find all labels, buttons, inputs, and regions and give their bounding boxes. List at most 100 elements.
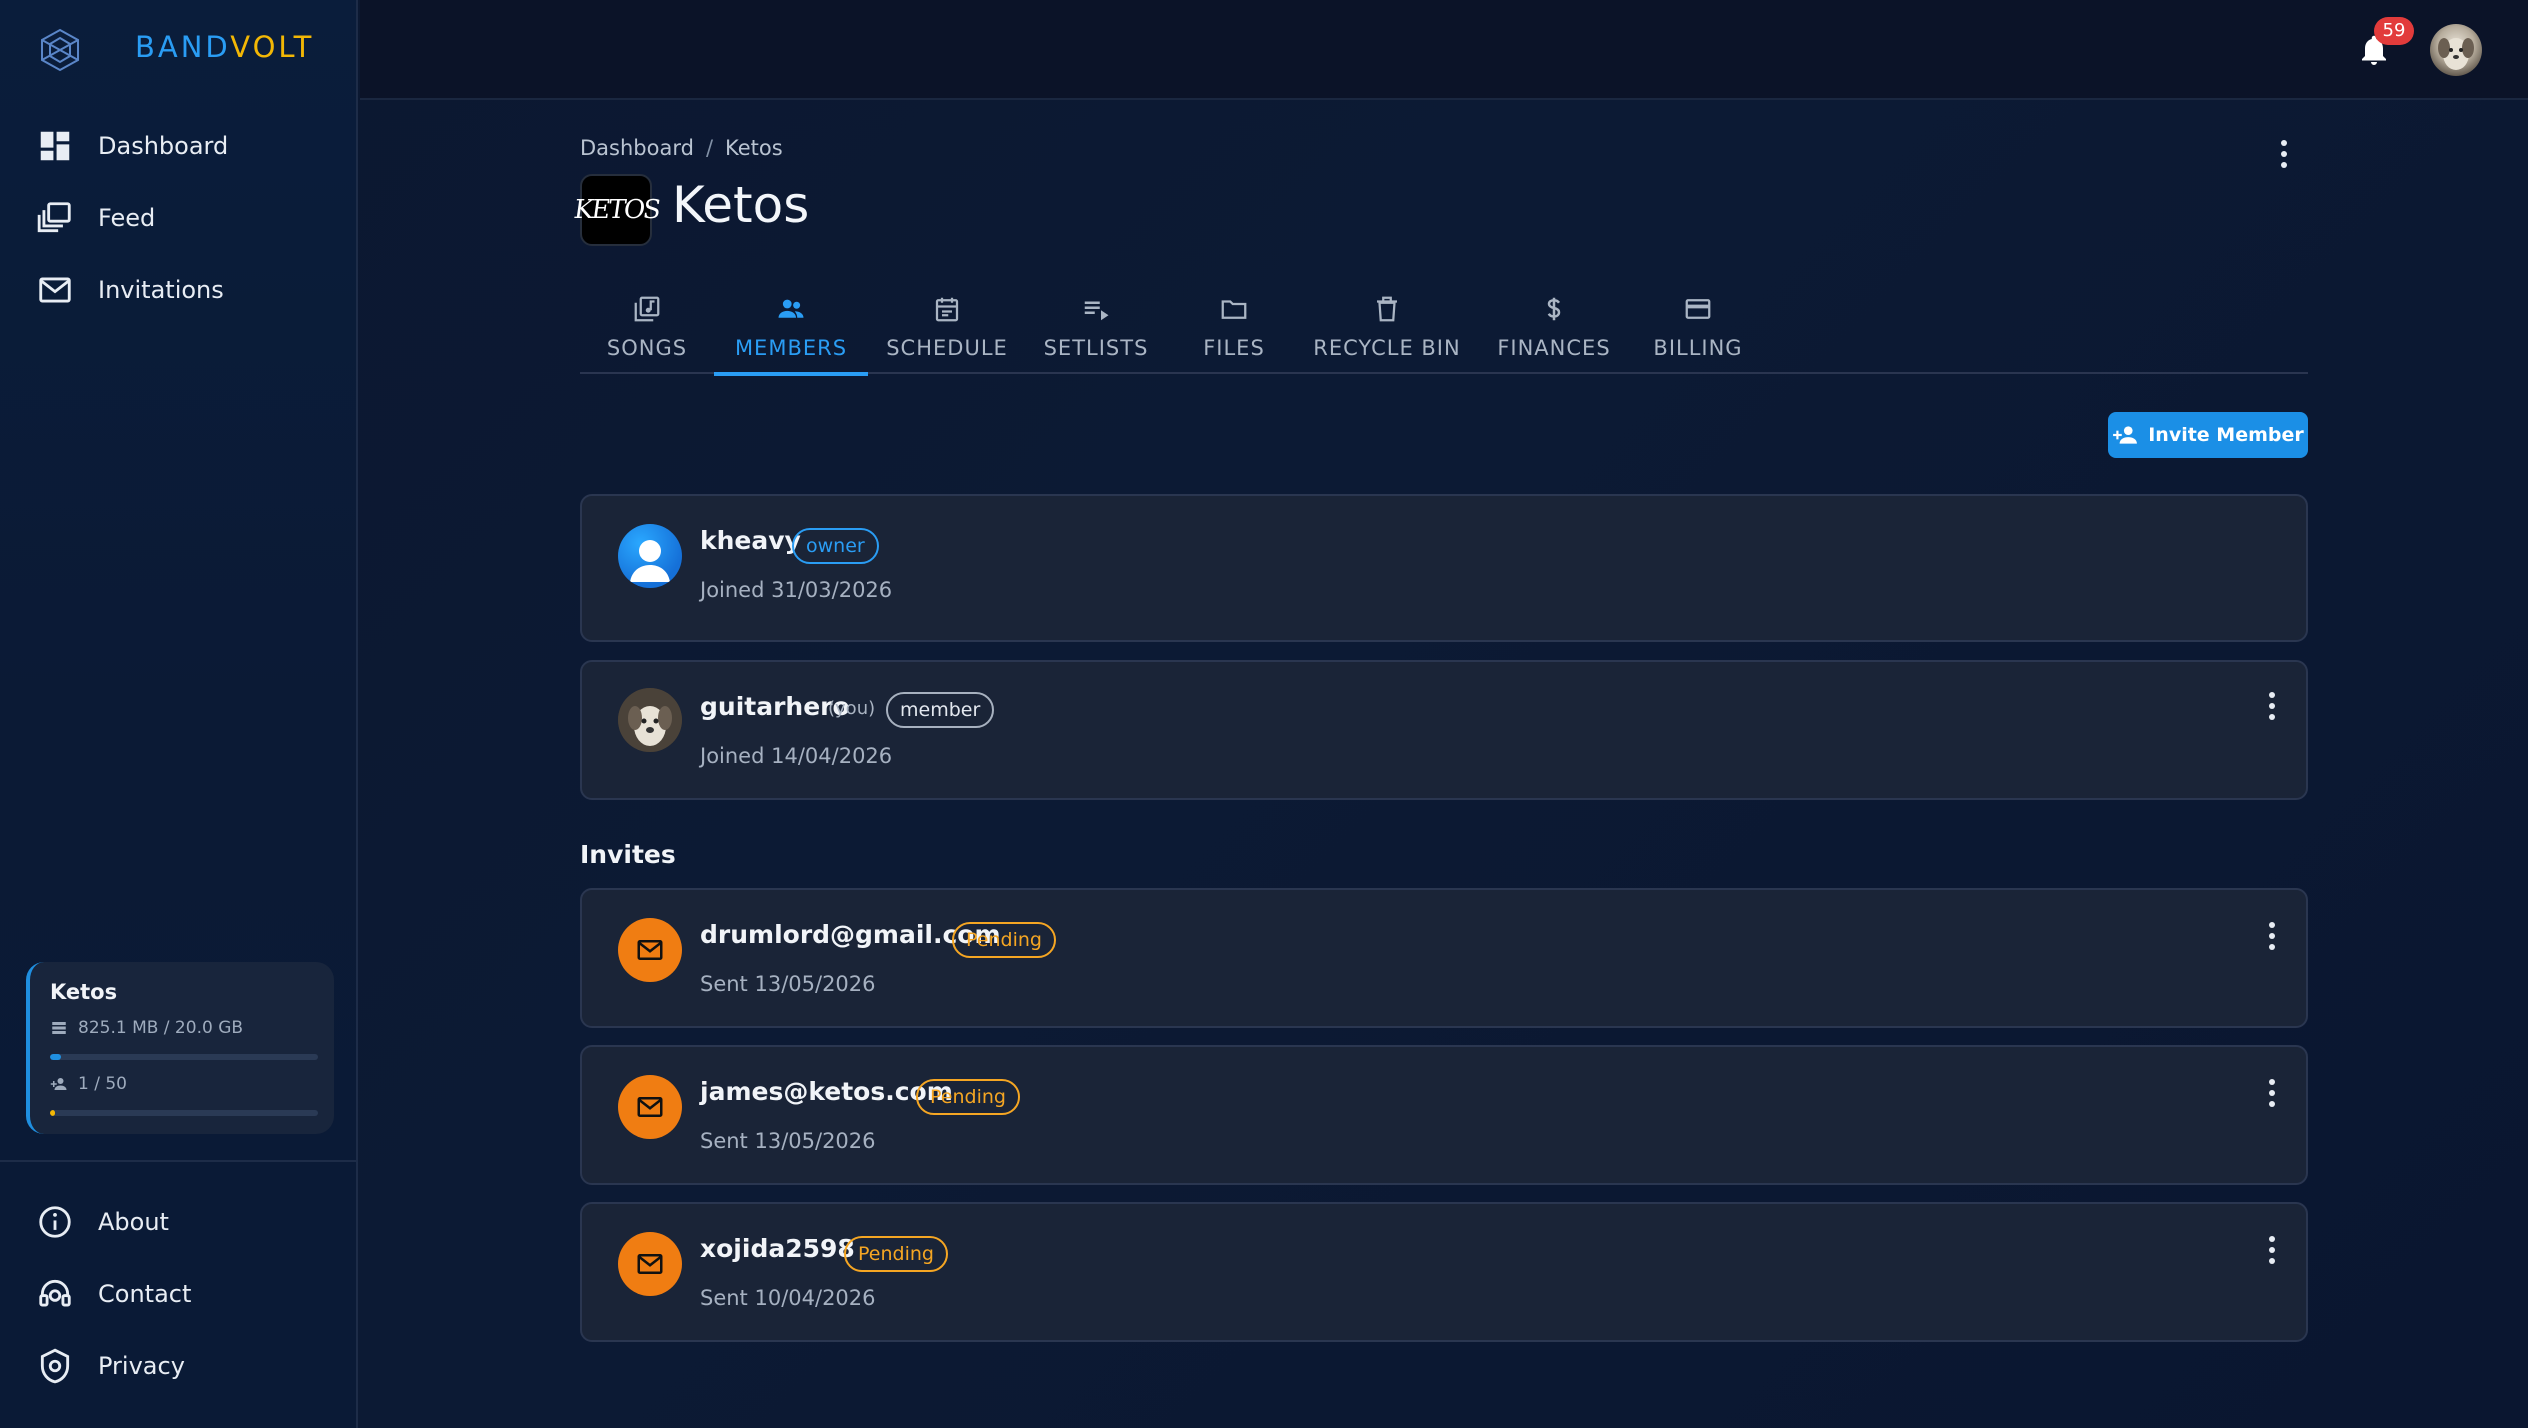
- tab-recycle-bin[interactable]: RECYCLE BIN: [1302, 290, 1472, 374]
- invite-card: xojida2598 Pending Sent 10/04/2026: [580, 1202, 2308, 1342]
- brand-logo[interactable]: BANDVOLT: [36, 22, 311, 78]
- sidebar-divider: [0, 1160, 358, 1162]
- invite-options-button[interactable]: [2260, 914, 2284, 958]
- dog-avatar-image: [618, 688, 682, 752]
- status-badge: Pending: [916, 1079, 1020, 1115]
- tab-label: RECYCLE BIN: [1313, 336, 1461, 360]
- sidebar-item-privacy[interactable]: Privacy: [36, 1344, 185, 1388]
- sidebar-item-label: Feed: [98, 204, 156, 232]
- band-quota-card[interactable]: Ketos 825.1 MB / 20.0 GB 1 / 50: [26, 962, 334, 1134]
- member-options-button[interactable]: [2260, 684, 2284, 728]
- member-card: guitarhero (you) member Joined 14/04/202…: [580, 660, 2308, 800]
- tab-label: FILES: [1203, 336, 1265, 360]
- sidebar-item-label: Dashboard: [98, 132, 229, 160]
- member-joined-date: Joined 14/04/2026: [700, 744, 893, 768]
- invite-avatar: [618, 1232, 682, 1296]
- tab-finances[interactable]: FINANCES: [1472, 290, 1636, 374]
- band-logo-text: KETOS: [571, 195, 661, 225]
- member-card: kheavy owner Joined 31/03/2026: [580, 494, 2308, 642]
- top-bar: [360, 0, 2528, 100]
- trash-icon: [1377, 296, 1397, 322]
- band-logo: KETOS: [571, 174, 661, 246]
- role-badge: owner: [792, 528, 879, 564]
- mail-icon: [637, 1097, 663, 1117]
- invite-card: drumlord@gmail.com Pending Sent 13/05/20…: [580, 888, 2308, 1028]
- info-icon: [39, 1206, 71, 1238]
- tab-label: SCHEDULE: [886, 336, 1008, 360]
- sidebar: BANDVOLT Dashboard Feed Invitations Keto…: [0, 0, 358, 1428]
- tab-label: MEMBERS: [734, 336, 848, 360]
- person-add-icon: [2113, 426, 2138, 444]
- storage-icon: [52, 1022, 66, 1034]
- quota-band-name: Ketos: [50, 980, 118, 1004]
- invite-options-button[interactable]: [2260, 1228, 2284, 1272]
- invite-sent-date: Sent 10/04/2026: [700, 1286, 876, 1310]
- playlist-icon: [1084, 301, 1109, 321]
- band-tabs: SONGS MEMBERS SCHEDULE SETLISTS FILES RE…: [580, 290, 2308, 376]
- brand-name-part2: VOLT: [230, 30, 315, 64]
- tab-schedule[interactable]: SCHEDULE: [868, 290, 1026, 374]
- sidebar-item-label: Privacy: [98, 1352, 185, 1380]
- storage-progress-bar: [50, 1054, 318, 1060]
- group-icon: [778, 299, 804, 318]
- sidebar-item-contact[interactable]: Contact: [36, 1272, 191, 1316]
- invite-member-label: Invite Member: [2148, 424, 2304, 446]
- band-more-options-button[interactable]: [2272, 132, 2296, 176]
- sidebar-item-label: Invitations: [98, 276, 224, 304]
- you-indicator: (you): [828, 698, 876, 719]
- dashboard-icon: [40, 131, 70, 161]
- folder-icon: [1221, 300, 1247, 319]
- status-badge: Pending: [952, 922, 1056, 958]
- storage-progress-fill: [50, 1054, 61, 1060]
- invite-email: james@ketos.com: [700, 1077, 953, 1106]
- member-progress-bar: [50, 1110, 318, 1116]
- active-tab-indicator: [714, 372, 868, 376]
- breadcrumb-dashboard-link[interactable]: Dashboard: [580, 136, 694, 160]
- shield-icon: [40, 1348, 70, 1384]
- tab-label: FINANCES: [1497, 336, 1611, 360]
- tab-members[interactable]: MEMBERS: [714, 290, 868, 376]
- feed-icon: [37, 202, 71, 233]
- support-icon: [39, 1279, 71, 1307]
- person-add-icon: [50, 1078, 67, 1090]
- breadcrumb-current: Ketos: [725, 136, 783, 160]
- sidebar-item-label: Contact: [98, 1280, 192, 1308]
- invite-options-button[interactable]: [2260, 1071, 2284, 1115]
- tab-songs[interactable]: SONGS: [580, 290, 714, 374]
- tab-label: SONGS: [606, 336, 688, 360]
- invite-card: james@ketos.com Pending Sent 13/05/2026: [580, 1045, 2308, 1185]
- dog-avatar-image: [2438, 38, 2474, 70]
- tab-files[interactable]: FILES: [1166, 290, 1302, 374]
- invite-member-button[interactable]: Invite Member: [2108, 412, 2308, 458]
- member-name: kheavy: [700, 526, 801, 555]
- invite-sent-date: Sent 13/05/2026: [700, 1129, 876, 1153]
- storage-usage-text: 825.1 MB / 20.0 GB: [78, 1018, 244, 1038]
- member-usage-text: 1 / 50: [78, 1074, 127, 1094]
- mail-icon: [39, 277, 71, 303]
- calendar-icon: [935, 297, 959, 322]
- storage-usage: 825.1 MB / 20.0 GB: [50, 1018, 243, 1038]
- tab-billing[interactable]: BILLING: [1636, 290, 1760, 374]
- sidebar-item-feed[interactable]: Feed: [36, 196, 155, 240]
- music-library-icon: [634, 296, 660, 322]
- notification-count-badge: 59: [2374, 17, 2414, 45]
- tab-setlists[interactable]: SETLISTS: [1026, 290, 1166, 374]
- brand-name: BANDVOLT: [135, 30, 314, 64]
- member-avatar: [618, 524, 682, 588]
- sidebar-item-invitations[interactable]: Invitations: [36, 268, 224, 312]
- invite-email: xojida2598: [700, 1234, 855, 1263]
- invite-sent-date: Sent 13/05/2026: [700, 972, 876, 996]
- sidebar-item-dashboard[interactable]: Dashboard: [36, 124, 228, 168]
- member-usage: 1 / 50: [50, 1074, 127, 1094]
- member-joined-date: Joined 31/03/2026: [700, 578, 893, 602]
- tab-label: SETLISTS: [1043, 336, 1149, 360]
- user-avatar[interactable]: [2430, 24, 2482, 76]
- credit-card-icon: [1685, 299, 1711, 319]
- breadcrumb: Dashboard / Ketos: [580, 136, 783, 160]
- mail-icon: [637, 940, 663, 960]
- status-badge: Pending: [844, 1236, 948, 1272]
- brand-name-part1: BAND: [135, 30, 231, 64]
- person-icon: [630, 540, 670, 582]
- tab-label: BILLING: [1653, 336, 1743, 360]
- sidebar-item-about[interactable]: About: [36, 1200, 169, 1244]
